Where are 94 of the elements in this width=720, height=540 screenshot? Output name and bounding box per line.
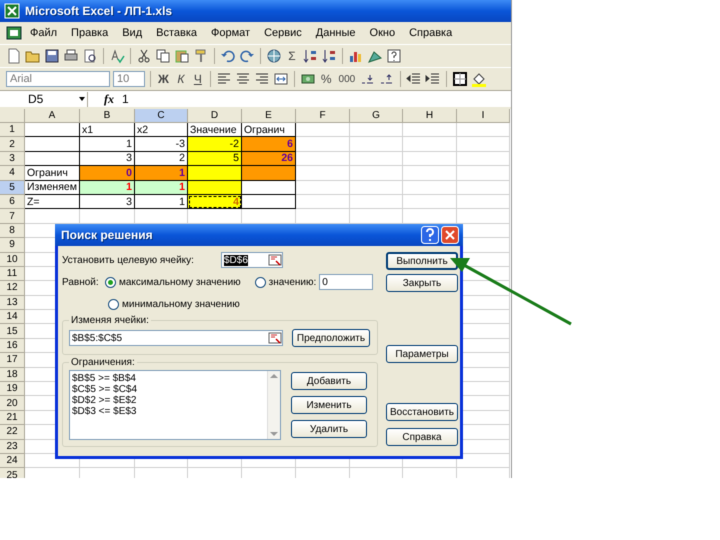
column-header[interactable]: G [350, 109, 403, 123]
guess-button[interactable]: Предположить [292, 329, 370, 347]
target-cell-label: Установить целевую ячейку: [62, 254, 195, 266]
percent-button[interactable]: % [318, 72, 334, 86]
dialog-button[interactable]: Закрыть [386, 274, 458, 292]
italic-button[interactable]: К [174, 72, 188, 86]
dialog-button[interactable]: Выполнить [386, 252, 458, 270]
table-cell: 5 [188, 152, 242, 166]
formula-value: 1 [122, 92, 129, 106]
list-item[interactable]: $D$2 >= $E$2 [72, 395, 265, 406]
table-cell: 1 [80, 137, 135, 152]
radio-label: значению: [268, 276, 316, 288]
radio-label: минимальному значению [122, 298, 240, 310]
autosum-button[interactable]: Σ [285, 49, 299, 63]
constraints-list[interactable]: $B$5 >= $B$4 $C$5 >= $C$4 $D$2 >= $E$2 $D$3 <= $E$3 [69, 370, 281, 440]
menu-item[interactable]: Вставка [150, 25, 204, 41]
equal-to-label: Равной: [62, 276, 100, 288]
column-header[interactable]: I [457, 109, 510, 123]
row-header[interactable]: 2 [0, 137, 25, 152]
dialog-button[interactable]: Параметры [386, 345, 458, 363]
row-header[interactable]: 1 [0, 123, 25, 138]
table-cell: 1 [135, 166, 188, 181]
row-header[interactable]: 15 [0, 324, 25, 339]
row-header[interactable]: 11 [0, 266, 25, 282]
dialog-button[interactable]: Добавить [291, 372, 367, 390]
row-header[interactable]: 5 [0, 180, 25, 195]
bold-button[interactable]: Ж [156, 72, 171, 86]
dialog-button[interactable]: Восстановить [386, 403, 458, 421]
dialog-button[interactable]: Изменить [291, 396, 367, 414]
column-header[interactable]: E [242, 109, 296, 123]
row-header[interactable]: 13 [0, 296, 25, 310]
table-cell: 3 [80, 194, 135, 210]
list-item[interactable]: $D$3 <= $E$3 [72, 406, 265, 417]
group-label: Ограничения: [70, 357, 136, 368]
row-header[interactable]: 12 [0, 281, 25, 296]
row-header[interactable]: 4 [0, 166, 25, 181]
radio-label: максимальному значению [119, 276, 241, 288]
name-box[interactable]: D5 [0, 92, 88, 106]
list-item[interactable]: $C$5 >= $C$4 [72, 384, 265, 395]
target-cell-field[interactable]: $D$6 [221, 252, 283, 268]
dialog-button[interactable]: Удалить [291, 420, 367, 438]
column-header[interactable]: D [188, 109, 242, 123]
row-header[interactable]: 20 [0, 396, 25, 411]
row-header[interactable]: 9 [0, 238, 25, 253]
table-cell: x1 [80, 123, 135, 138]
menu-item[interactable]: Данные [310, 25, 362, 41]
row-header[interactable]: 10 [0, 252, 25, 267]
group-label: Изменяя ячейки: [70, 315, 150, 326]
menu-item[interactable]: Формат [205, 25, 256, 41]
value-field[interactable]: 0 [319, 274, 374, 290]
function-button[interactable]: fx [104, 92, 114, 106]
menu-item[interactable]: Вид [116, 25, 148, 41]
menu-item[interactable]: Сервис [258, 25, 308, 41]
table-cell: x2 [135, 123, 188, 138]
table-cell: -2 [188, 137, 242, 152]
table-cell: 1 [135, 180, 188, 195]
column-header[interactable]: B [80, 109, 135, 123]
menu-item[interactable]: Файл [24, 25, 64, 41]
row-header[interactable]: 16 [0, 338, 25, 354]
table-cell: 0 [80, 166, 135, 181]
column-header[interactable]: C [135, 109, 188, 123]
row-header[interactable]: 21 [0, 410, 25, 426]
column-header[interactable]: F [296, 109, 350, 123]
row-header[interactable]: 8 [0, 224, 25, 238]
table-cell: Z= [25, 194, 80, 210]
table-cell: 6 [242, 137, 296, 152]
changing-cells-field[interactable]: $B$5:$C$5 [69, 330, 283, 346]
window-title: Microsoft Excel - ЛП-1.xls [25, 4, 172, 18]
row-header[interactable]: 23 [0, 440, 25, 454]
row-header[interactable]: 7 [0, 209, 25, 224]
menu-item[interactable]: Окно [364, 25, 402, 41]
row-header[interactable]: 6 [0, 194, 25, 210]
menu-item[interactable]: Справка [403, 25, 458, 41]
list-item[interactable]: $B$5 >= $B$4 [72, 373, 265, 384]
column-header[interactable]: A [25, 109, 80, 123]
table-cell: 1 [80, 180, 135, 195]
row-header[interactable]: 18 [0, 368, 25, 382]
row-header[interactable]: 25 [0, 468, 25, 478]
column-header[interactable]: H [403, 109, 457, 123]
row-header[interactable]: 19 [0, 382, 25, 396]
font-field[interactable]: Arial [6, 71, 110, 87]
dialog-title: Поиск решения [61, 228, 154, 242]
thousands-button[interactable]: 000 [336, 74, 358, 84]
row-header[interactable]: 22 [0, 425, 25, 440]
row-header[interactable]: 3 [0, 152, 25, 166]
underline-button[interactable]: Ч [190, 72, 205, 86]
row-header[interactable]: 14 [0, 310, 25, 324]
row-header[interactable]: 24 [0, 454, 25, 468]
menu-item[interactable]: Правка [65, 25, 114, 41]
table-cell: 4 [188, 194, 242, 210]
font-size-field[interactable]: 10 [113, 71, 145, 87]
row-header[interactable]: 17 [0, 353, 25, 368]
dialog-button[interactable]: Справка [386, 428, 458, 446]
table-cell: 26 [242, 152, 296, 166]
